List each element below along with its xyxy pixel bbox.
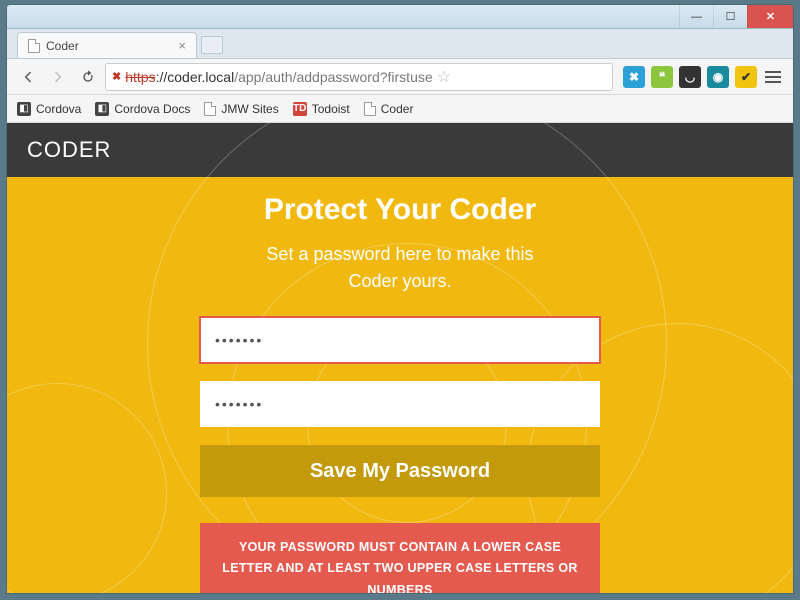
insecure-https-icon: ✖ <box>112 70 121 83</box>
url-path: /app/auth/addpassword?firstuse <box>234 69 432 85</box>
bookmark-icon <box>204 102 216 116</box>
extension-icon[interactable]: ❝ <box>651 66 673 88</box>
reload-icon <box>80 69 96 85</box>
reload-button[interactable] <box>75 64 101 90</box>
browser-tab[interactable]: Coder × <box>17 32 197 58</box>
bookmark-icon: ◧ <box>17 102 31 116</box>
page-title: Protect Your Coder <box>264 193 536 227</box>
password-form: Save My Password <box>200 317 600 497</box>
arrow-left-icon <box>20 69 36 85</box>
bookmark-icon: ◧ <box>95 102 109 116</box>
extension-icon[interactable]: ◡ <box>679 66 701 88</box>
confirm-password-field[interactable] <box>200 381 600 427</box>
extension-icon[interactable]: ✖ <box>623 66 645 88</box>
bookmark-item[interactable]: ◧ Cordova Docs <box>95 102 190 116</box>
bookmark-item[interactable]: JMW Sites <box>204 102 278 116</box>
tab-title: Coder <box>46 39 79 53</box>
bookmark-item[interactable]: ◧ Cordova <box>17 102 81 116</box>
bookmark-star-icon[interactable]: ☆ <box>437 67 451 87</box>
browser-menu-button[interactable] <box>761 65 785 89</box>
bookmark-label: Todoist <box>312 102 350 116</box>
bookmark-item[interactable]: Coder <box>364 102 414 116</box>
url-host: ://coder.local <box>156 69 235 85</box>
tab-strip: Coder × <box>7 29 793 59</box>
bookmark-icon <box>364 102 376 116</box>
back-button[interactable] <box>15 64 41 90</box>
bookmark-label: Cordova <box>36 102 81 116</box>
arrow-right-icon <box>50 69 66 85</box>
app-header: CODER <box>7 123 793 177</box>
bookmark-label: Cordova Docs <box>114 102 190 116</box>
save-password-button[interactable]: Save My Password <box>200 445 600 497</box>
browser-window: — ☐ ✕ Coder × ✖ https://coder.local/app/… <box>6 4 794 594</box>
bookmarks-bar: ◧ Cordova ◧ Cordova Docs JMW Sites TD To… <box>7 95 793 123</box>
password-field[interactable] <box>200 317 600 363</box>
page-icon <box>28 39 40 53</box>
password-setup-panel: Protect Your Coder Set a password here t… <box>7 177 793 593</box>
browser-toolbar: ✖ https://coder.local/app/auth/addpasswo… <box>7 59 793 95</box>
page-subtitle: Set a password here to make this Coder y… <box>266 241 533 295</box>
window-close-button[interactable]: ✕ <box>747 5 793 28</box>
forward-button[interactable] <box>45 64 71 90</box>
password-error-message: YOUR PASSWORD MUST CONTAIN A LOWER CASE … <box>200 523 600 593</box>
extension-icons: ✖ ❝ ◡ ◉ ✔ <box>623 66 757 88</box>
bookmark-label: Coder <box>381 102 414 116</box>
extension-icon[interactable]: ◉ <box>707 66 729 88</box>
window-minimize-button[interactable]: — <box>679 5 713 28</box>
page-content: CODER Protect Your Coder Set a password … <box>7 123 793 593</box>
window-maximize-button[interactable]: ☐ <box>713 5 747 28</box>
tab-close-icon[interactable]: × <box>178 38 186 53</box>
extension-icon[interactable]: ✔ <box>735 66 757 88</box>
url-protocol: https <box>125 69 155 85</box>
new-tab-button[interactable] <box>201 36 223 54</box>
bookmark-item[interactable]: TD Todoist <box>293 102 350 116</box>
bookmark-icon: TD <box>293 102 307 116</box>
app-brand: CODER <box>27 137 111 163</box>
bookmark-label: JMW Sites <box>221 102 278 116</box>
window-titlebar: — ☐ ✕ <box>7 5 793 29</box>
address-bar[interactable]: ✖ https://coder.local/app/auth/addpasswo… <box>105 63 613 91</box>
